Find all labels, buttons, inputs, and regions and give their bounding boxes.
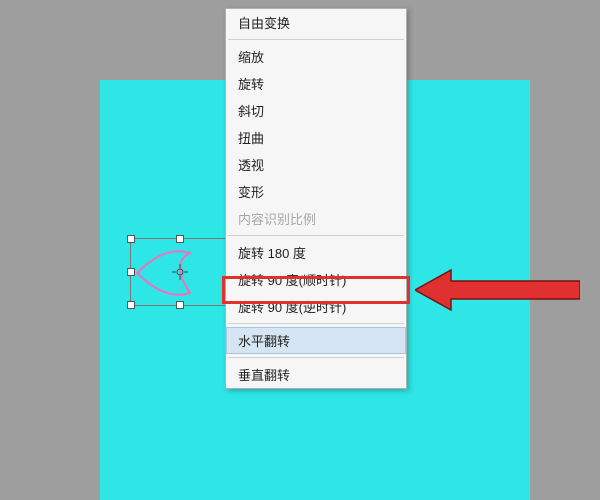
menu-perspective[interactable]: 透视: [226, 151, 406, 178]
selected-shape: [135, 243, 213, 303]
menu-rotate-180[interactable]: 旋转 180 度: [226, 239, 406, 266]
handle-top-left[interactable]: [127, 235, 135, 243]
handle-top-middle[interactable]: [176, 235, 184, 243]
menu-skew[interactable]: 斜切: [226, 97, 406, 124]
menu-separator: [228, 357, 404, 358]
menu-rotate-90-ccw[interactable]: 旋转 90 度(逆时针): [226, 293, 406, 320]
menu-separator: [228, 235, 404, 236]
menu-rotate[interactable]: 旋转: [226, 70, 406, 97]
menu-scale[interactable]: 缩放: [226, 43, 406, 70]
center-point-icon: [172, 264, 188, 280]
menu-content-aware-scale: 内容识别比例: [226, 205, 406, 232]
menu-separator: [228, 323, 404, 324]
menu-flip-vertical[interactable]: 垂直翻转: [226, 361, 406, 388]
transform-selection-box[interactable]: [130, 238, 230, 306]
handle-bottom-left[interactable]: [127, 301, 135, 309]
menu-flip-horizontal[interactable]: 水平翻转: [226, 327, 406, 354]
handle-middle-left[interactable]: [127, 268, 135, 276]
menu-separator: [228, 39, 404, 40]
transform-context-menu: 自由变换 缩放 旋转 斜切 扭曲 透视 变形 内容识别比例 旋转 180 度 旋…: [225, 8, 407, 389]
handle-bottom-middle[interactable]: [176, 301, 184, 309]
menu-rotate-90-cw[interactable]: 旋转 90 度(顺时针): [226, 266, 406, 293]
menu-warp[interactable]: 变形: [226, 178, 406, 205]
menu-distort[interactable]: 扭曲: [226, 124, 406, 151]
menu-free-transform[interactable]: 自由变换: [226, 9, 406, 36]
